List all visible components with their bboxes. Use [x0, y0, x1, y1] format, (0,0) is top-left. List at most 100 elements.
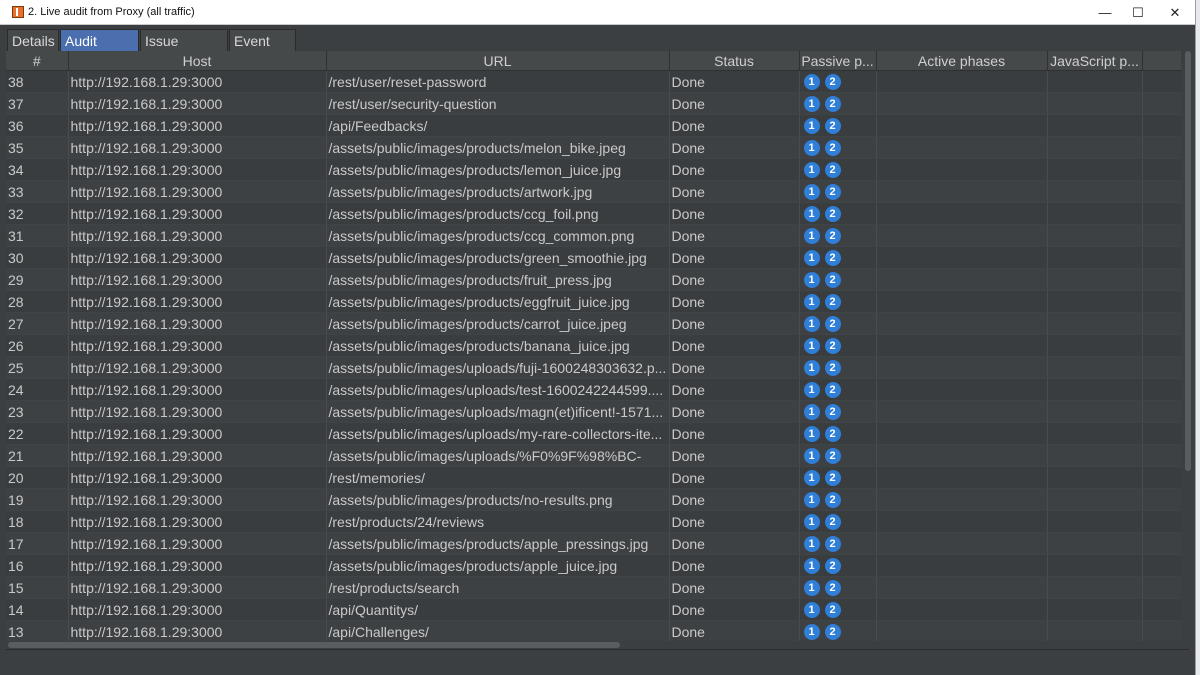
tab-issue-activity[interactable]: Issue activity: [140, 29, 228, 71]
table-row[interactable]: 37 http://192.168.1.29:3000/rest/user/sec…: [6, 92, 1181, 115]
cell-number: 35: [6, 136, 69, 159]
table-row[interactable]: 36 http://192.168.1.29:3000/api/Feedbacks…: [6, 114, 1181, 137]
minimize-button[interactable]: —: [1087, 0, 1123, 25]
phase-badge-icon: 1: [803, 184, 820, 201]
cell-number: 20: [6, 466, 69, 489]
cell-javascript-phases: [1047, 466, 1143, 489]
cell-passive-phases: 12: [799, 246, 877, 269]
cell-url: /assets/public/images/uploads/test-16002…: [326, 378, 670, 401]
cell-javascript-phases: [1047, 488, 1143, 511]
close-button[interactable]: ✕: [1157, 0, 1193, 25]
horizontal-scroll-thumb[interactable]: [8, 642, 620, 648]
cell-active-phases: [876, 158, 1048, 181]
table-row[interactable]: 17 http://192.168.1.29:3000/assets/public…: [6, 532, 1181, 555]
cell-host: http://192.168.1.29:3000: [68, 532, 327, 555]
vertical-scroll-thumb[interactable]: [1185, 51, 1191, 471]
cell-url: /rest/products/search: [326, 576, 670, 599]
table-row[interactable]: 21 http://192.168.1.29:3000/assets/public…: [6, 444, 1181, 467]
cell-active-phases: [876, 620, 1048, 641]
phase-badge-icon: 2: [824, 514, 841, 531]
tab-details[interactable]: Details: [7, 29, 59, 51]
column-header-host[interactable]: Host: [68, 51, 327, 71]
cell-javascript-phases: [1047, 202, 1143, 225]
phase-badge-icon: 2: [824, 382, 841, 399]
phase-badge-icon: 1: [803, 580, 820, 597]
phase-badge-icon: 2: [824, 162, 841, 179]
table-row[interactable]: 20 http://192.168.1.29:3000/rest/memories…: [6, 466, 1181, 489]
cell-url: /assets/public/images/products/carrot_ju…: [326, 312, 670, 335]
cell-host: http://192.168.1.29:3000: [68, 576, 327, 599]
column-header-url[interactable]: URL: [326, 51, 670, 71]
table-row[interactable]: 33 http://192.168.1.29:3000/assets/public…: [6, 180, 1181, 203]
phase-badge-icon: 2: [824, 118, 841, 135]
maximize-button[interactable]: ☐: [1120, 0, 1156, 25]
tab-event-log[interactable]: Event log: [229, 29, 296, 71]
cell-active-phases: [876, 400, 1048, 423]
cell-passive-phases: 12: [799, 488, 877, 511]
table-row[interactable]: 22 http://192.168.1.29:3000/assets/public…: [6, 422, 1181, 445]
cell-active-phases: [876, 70, 1048, 93]
cell-number: 23: [6, 400, 69, 423]
cell-url: /assets/public/images/uploads/%F0%9F%98%…: [326, 444, 670, 467]
table-row[interactable]: 34 http://192.168.1.29:3000/assets/public…: [6, 158, 1181, 181]
cell-extra: [1142, 246, 1181, 269]
cell-status: Done: [669, 92, 800, 115]
table-row[interactable]: 38 http://192.168.1.29:3000/rest/user/res…: [6, 70, 1181, 93]
cell-active-phases: [876, 136, 1048, 159]
cell-extra: [1142, 312, 1181, 335]
cell-javascript-phases: [1047, 70, 1143, 93]
column-header-javascript-phases[interactable]: JavaScript p...: [1047, 51, 1143, 71]
cell-passive-phases: 12: [799, 466, 877, 489]
cell-number: 27: [6, 312, 69, 335]
cell-active-phases: [876, 444, 1048, 467]
table-row[interactable]: 27 http://192.168.1.29:3000/assets/public…: [6, 312, 1181, 335]
cell-passive-phases: 12: [799, 422, 877, 445]
cell-active-phases: [876, 532, 1048, 555]
cell-status: Done: [669, 510, 800, 533]
table-row[interactable]: 23 http://192.168.1.29:3000/assets/public…: [6, 400, 1181, 423]
column-header-active-phases[interactable]: Active phases: [876, 51, 1048, 71]
cell-passive-phases: 12: [799, 70, 877, 93]
phase-badge-icon: 2: [824, 250, 841, 267]
cell-host: http://192.168.1.29:3000: [68, 92, 327, 115]
table-row[interactable]: 15 http://192.168.1.29:3000/rest/products…: [6, 576, 1181, 599]
table-row[interactable]: 26 http://192.168.1.29:3000/assets/public…: [6, 334, 1181, 357]
cell-extra: [1142, 334, 1181, 357]
phase-badge-icon: 1: [803, 294, 820, 311]
table-row[interactable]: 24 http://192.168.1.29:3000/assets/public…: [6, 378, 1181, 401]
vertical-scrollbar[interactable]: [1183, 51, 1193, 641]
table-row[interactable]: 14 http://192.168.1.29:3000/api/Quantitys…: [6, 598, 1181, 621]
table-row[interactable]: 32 http://192.168.1.29:3000/assets/public…: [6, 202, 1181, 225]
table-row[interactable]: 35 http://192.168.1.29:3000/assets/public…: [6, 136, 1181, 159]
table-row[interactable]: 18 http://192.168.1.29:3000/rest/products…: [6, 510, 1181, 533]
cell-host: http://192.168.1.29:3000: [68, 114, 327, 137]
cell-extra: [1142, 158, 1181, 181]
table-row[interactable]: 30 http://192.168.1.29:3000/assets/public…: [6, 246, 1181, 269]
column-header-number[interactable]: #: [6, 51, 69, 71]
tab-audit-items[interactable]: Audit items: [60, 29, 139, 71]
cell-passive-phases: 12: [799, 378, 877, 401]
horizontal-scrollbar[interactable]: [6, 641, 1181, 649]
phase-badge-icon: 2: [824, 360, 841, 377]
table-row[interactable]: 28 http://192.168.1.29:3000/assets/public…: [6, 290, 1181, 313]
table-header: # Host URL Status Passive p... Active ph…: [6, 51, 1181, 71]
table-row[interactable]: 25 http://192.168.1.29:3000/assets/public…: [6, 356, 1181, 379]
column-header-status[interactable]: Status: [669, 51, 800, 71]
table-row[interactable]: 29 http://192.168.1.29:3000/assets/public…: [6, 268, 1181, 291]
cell-active-phases: [876, 488, 1048, 511]
phase-badge-icon: 1: [803, 338, 820, 355]
cell-number: 31: [6, 224, 69, 247]
cell-host: http://192.168.1.29:3000: [68, 488, 327, 511]
cell-host: http://192.168.1.29:3000: [68, 70, 327, 93]
cell-passive-phases: 12: [799, 510, 877, 533]
phase-badge-icon: 2: [824, 492, 841, 509]
title-bar[interactable]: 2. Live audit from Proxy (all traffic) —…: [0, 0, 1195, 25]
table-row[interactable]: 19 http://192.168.1.29:3000/assets/public…: [6, 488, 1181, 511]
table-row[interactable]: 13 http://192.168.1.29:3000/api/Challenge…: [6, 620, 1181, 641]
table-row[interactable]: 31 http://192.168.1.29:3000/assets/public…: [6, 224, 1181, 247]
column-header-passive-phases[interactable]: Passive p...: [799, 51, 877, 71]
cell-passive-phases: 12: [799, 158, 877, 181]
cell-extra: [1142, 202, 1181, 225]
phase-badge-icon: 2: [824, 558, 841, 575]
table-row[interactable]: 16 http://192.168.1.29:3000/assets/public…: [6, 554, 1181, 577]
